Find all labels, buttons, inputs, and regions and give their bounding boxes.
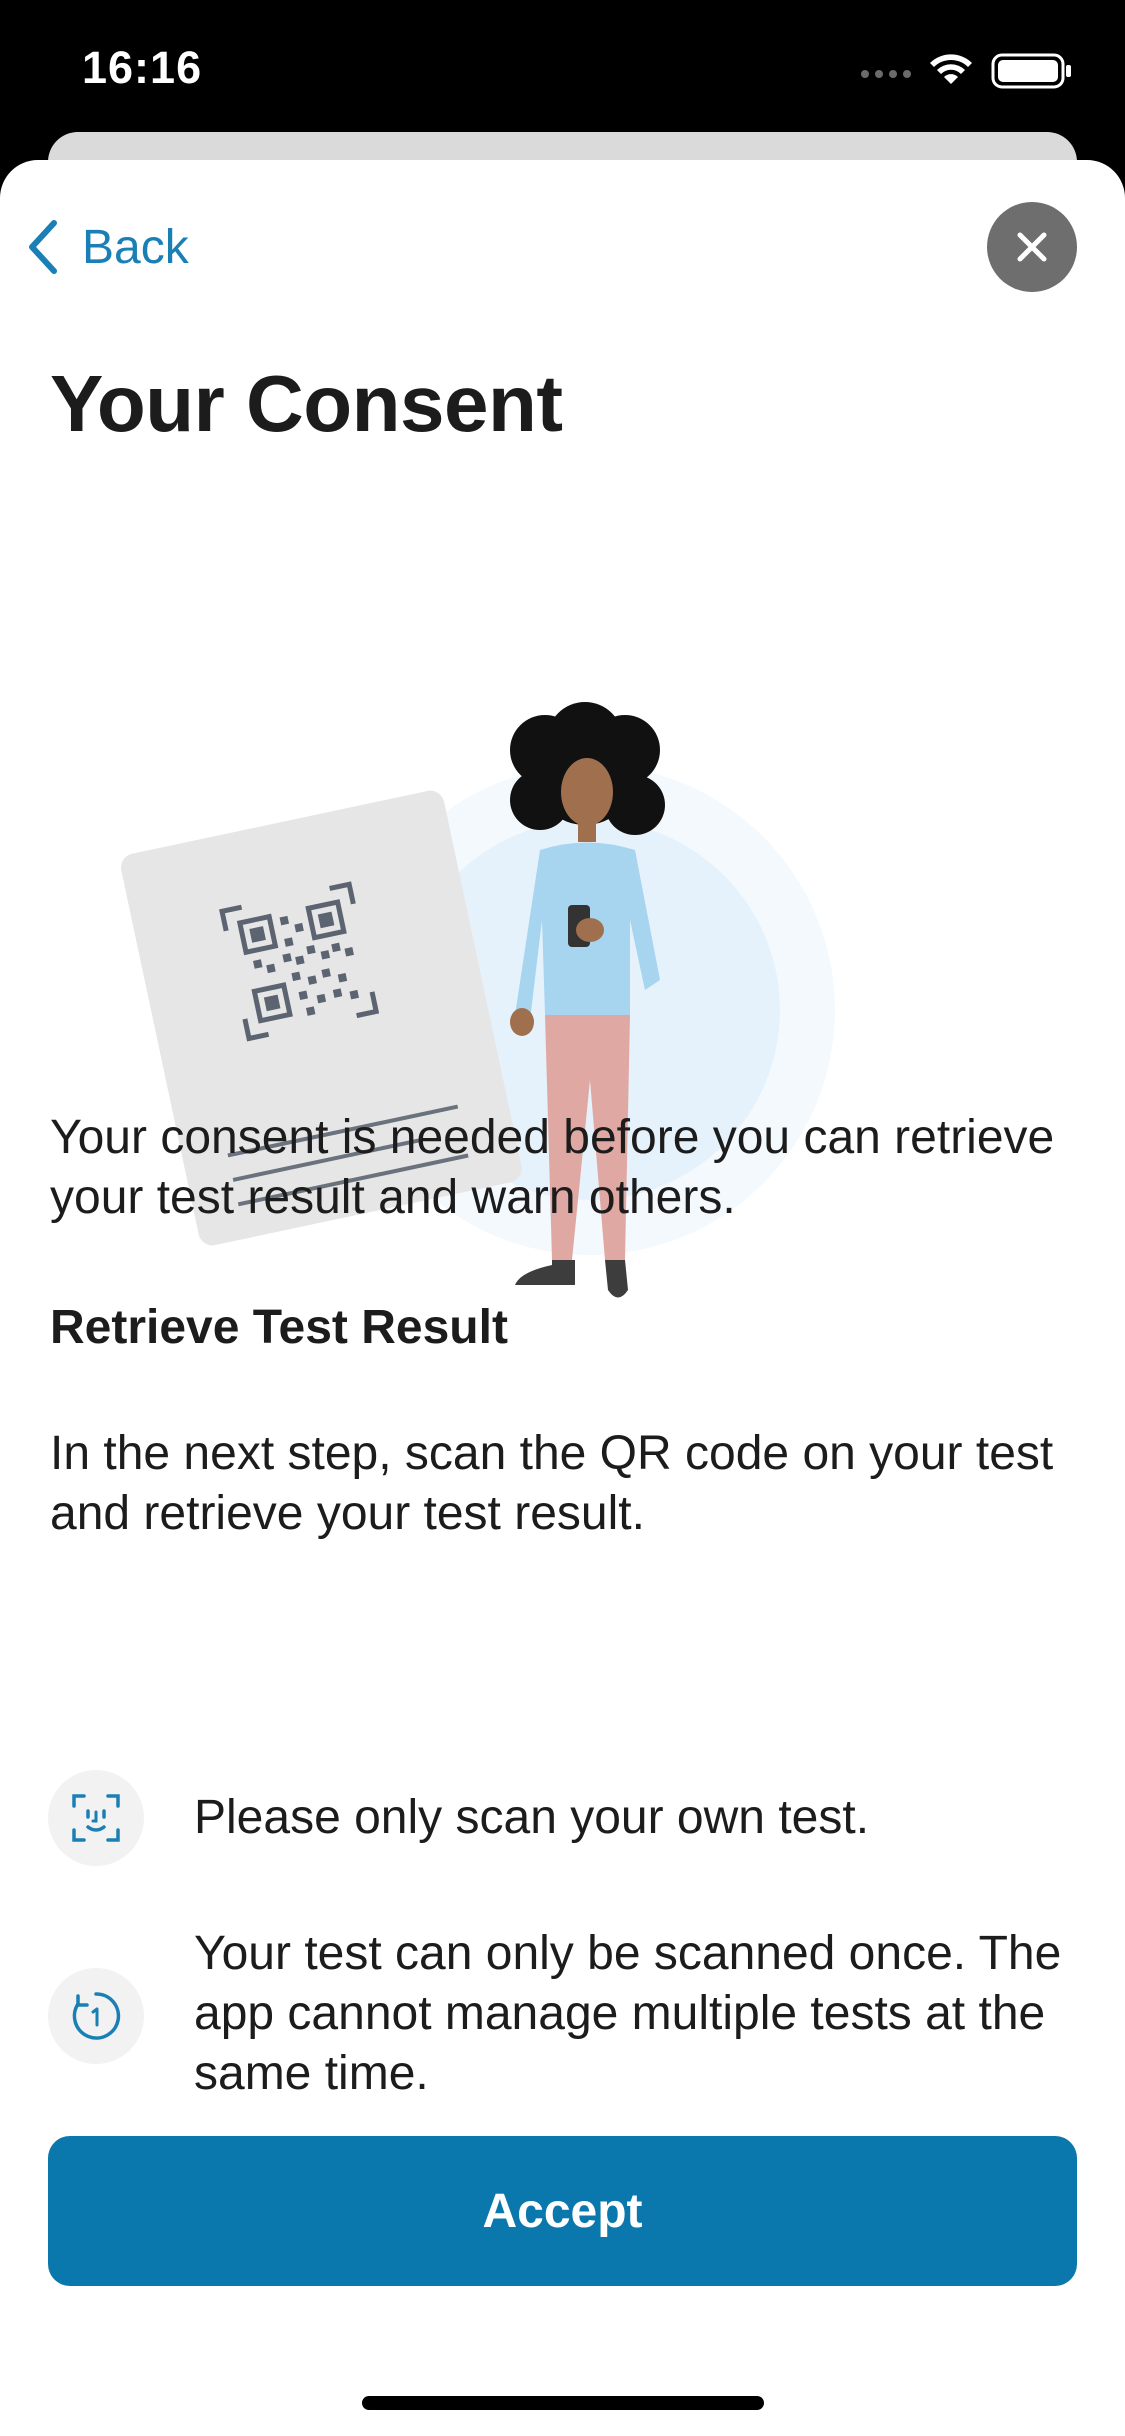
wifi-icon (930, 54, 972, 84)
close-icon (1017, 232, 1047, 262)
back-button[interactable]: Back (24, 212, 189, 282)
close-button[interactable] (987, 202, 1077, 292)
timer-one-icon (48, 1968, 144, 2064)
status-icons (857, 48, 1077, 92)
status-time: 16:16 (82, 42, 203, 93)
intro-text: Your consent is needed before you can re… (50, 1111, 1055, 1224)
consent-sheet: Back Your Consent Your consent is needed… (0, 160, 1125, 2436)
signal-dots-icon (861, 53, 1071, 89)
bullet-text: Please only scan your own test. (194, 1791, 870, 1844)
section-heading: Retrieve Test Result (50, 1301, 508, 1354)
home-indicator (362, 2396, 764, 2410)
bullet-once-clip: Your test can only be scanned once. The … (0, 1920, 1125, 2100)
status-bar: 16:16 (0, 0, 1125, 140)
battery-icon (991, 53, 1071, 89)
bullet-text: Your test can only be scanned once. The … (194, 1927, 1062, 2100)
back-label: Back (82, 220, 189, 274)
chevron-left-icon (29, 220, 57, 274)
section-body: In the next step, scan the QR code on yo… (50, 1427, 1054, 1540)
accept-button[interactable]: Accept (48, 2136, 1077, 2286)
face-scan-icon (48, 1770, 144, 1866)
page-title: Your Consent (50, 359, 563, 448)
